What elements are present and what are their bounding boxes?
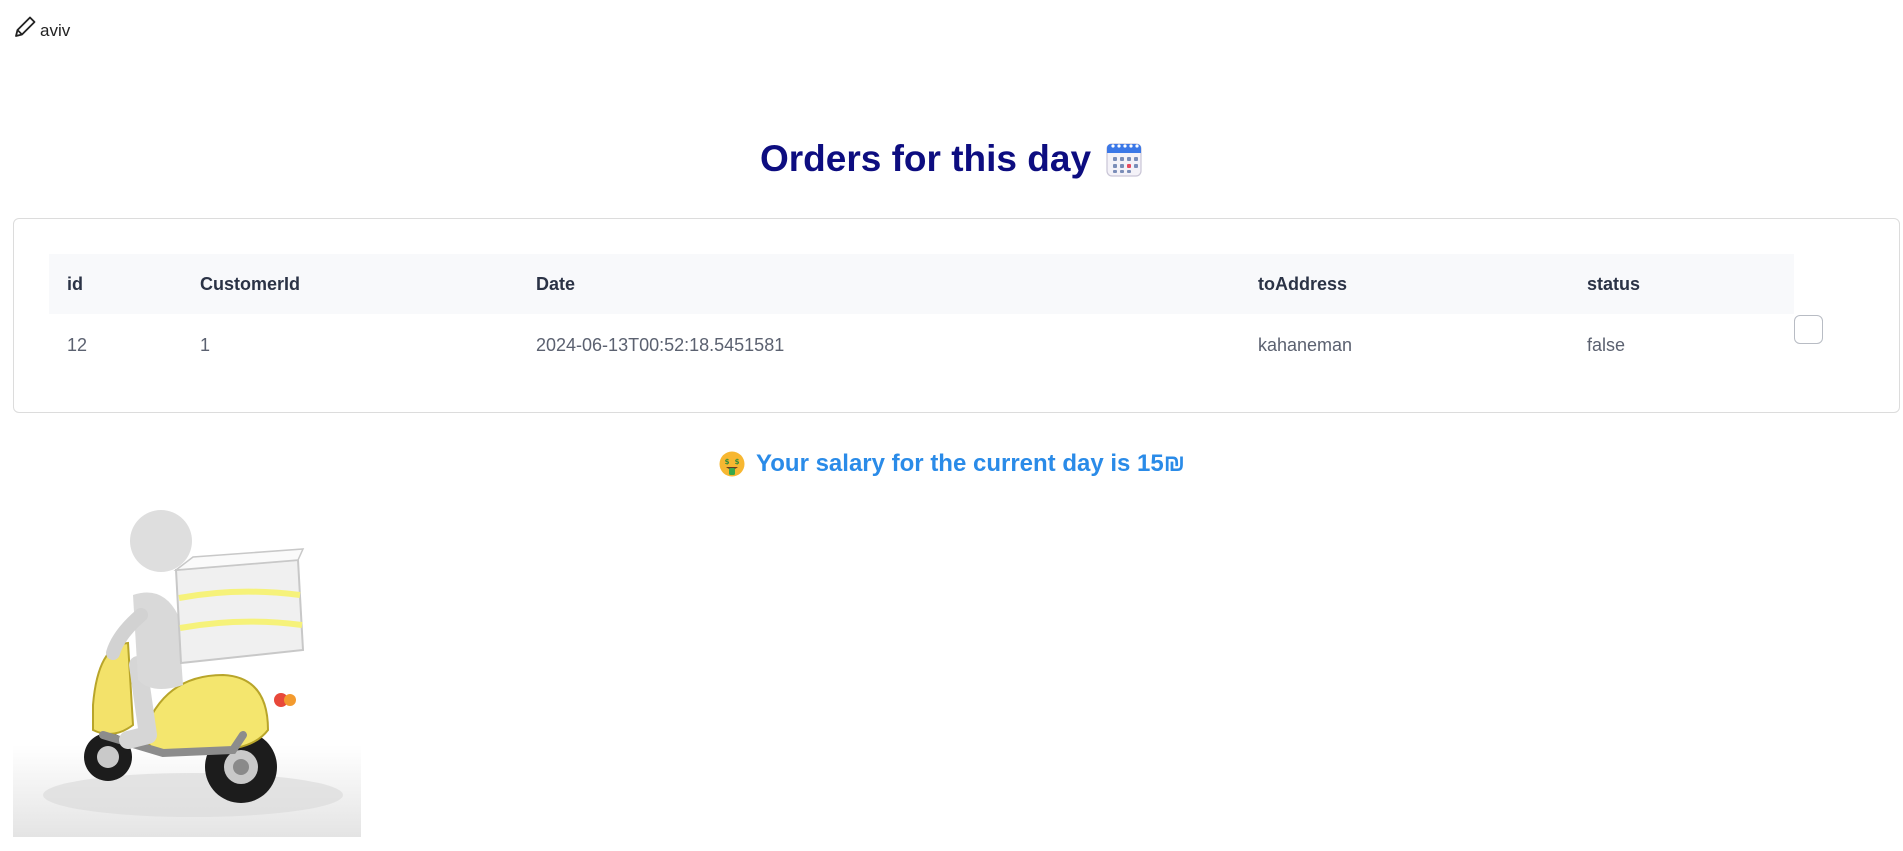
column-header-id: id <box>49 254 182 314</box>
pencil-icon <box>12 14 38 40</box>
cell-date: 2024-06-13T00:52:18.5451581 <box>536 334 785 355</box>
svg-text:$: $ <box>735 458 740 466</box>
svg-text:$: $ <box>725 458 730 466</box>
money-mouth-face-icon: $ $ <box>718 450 746 478</box>
user-edit-link[interactable]: aviv <box>12 14 70 40</box>
orders-table: id CustomerId Date toAddress status 12 1… <box>49 254 1794 376</box>
column-header-date: Date <box>518 254 1240 314</box>
cell-customerid: 1 <box>200 334 211 355</box>
cell-id: 12 <box>67 334 88 355</box>
cell-status: false <box>1587 334 1626 355</box>
column-header-toaddress: toAddress <box>1240 254 1569 314</box>
row-select-checkbox[interactable] <box>1794 315 1823 344</box>
column-header-status: status <box>1569 254 1794 314</box>
delivery-scooter-image <box>13 495 361 837</box>
cell-toaddress: kahaneman <box>1258 334 1353 355</box>
user-name: aviv <box>40 21 71 40</box>
salary-text: Your salary for the current day is 15₪ <box>756 450 1185 477</box>
table-header-row: id CustomerId Date toAddress status <box>49 254 1794 314</box>
orders-card: id CustomerId Date toAddress status 12 1… <box>13 218 1900 413</box>
page-title-text: Orders for this day <box>759 138 1092 179</box>
calendar-icon <box>1105 140 1143 178</box>
salary-message: $ $ Your salary for the current day is 1… <box>0 450 1903 478</box>
page-title: Orders for this day <box>0 138 1903 180</box>
table-row: 12 1 2024-06-13T00:52:18.5451581 kahanem… <box>49 314 1794 376</box>
column-header-customerid: CustomerId <box>182 254 518 314</box>
